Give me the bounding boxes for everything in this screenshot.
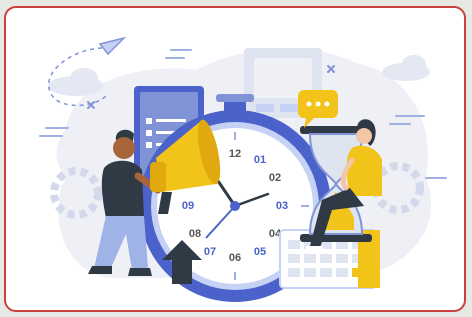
clock-number-09: 09 bbox=[182, 200, 194, 212]
clock-number-05: 05 bbox=[254, 246, 266, 258]
gear-icon-left bbox=[50, 167, 102, 219]
time-management-illustration: 12 01 02 03 04 05 06 07 08 09 bbox=[39, 36, 447, 302]
cloud-right-top bbox=[402, 55, 426, 73]
clock-number-06: 06 bbox=[229, 252, 241, 264]
clock-number-08: 08 bbox=[189, 228, 201, 240]
clock-number-07: 07 bbox=[204, 246, 216, 258]
gear-icon-right bbox=[372, 162, 424, 214]
clock-number-01: 01 bbox=[254, 154, 266, 166]
illustration-frame: 12 01 02 03 04 05 06 07 08 09 bbox=[4, 6, 466, 312]
clock-number-02: 02 bbox=[269, 172, 281, 184]
paper-plane-icon bbox=[98, 36, 127, 56]
cloud-left-top bbox=[70, 68, 98, 88]
clock-number-12: 12 bbox=[229, 148, 241, 160]
clock-number-03: 03 bbox=[276, 200, 288, 212]
